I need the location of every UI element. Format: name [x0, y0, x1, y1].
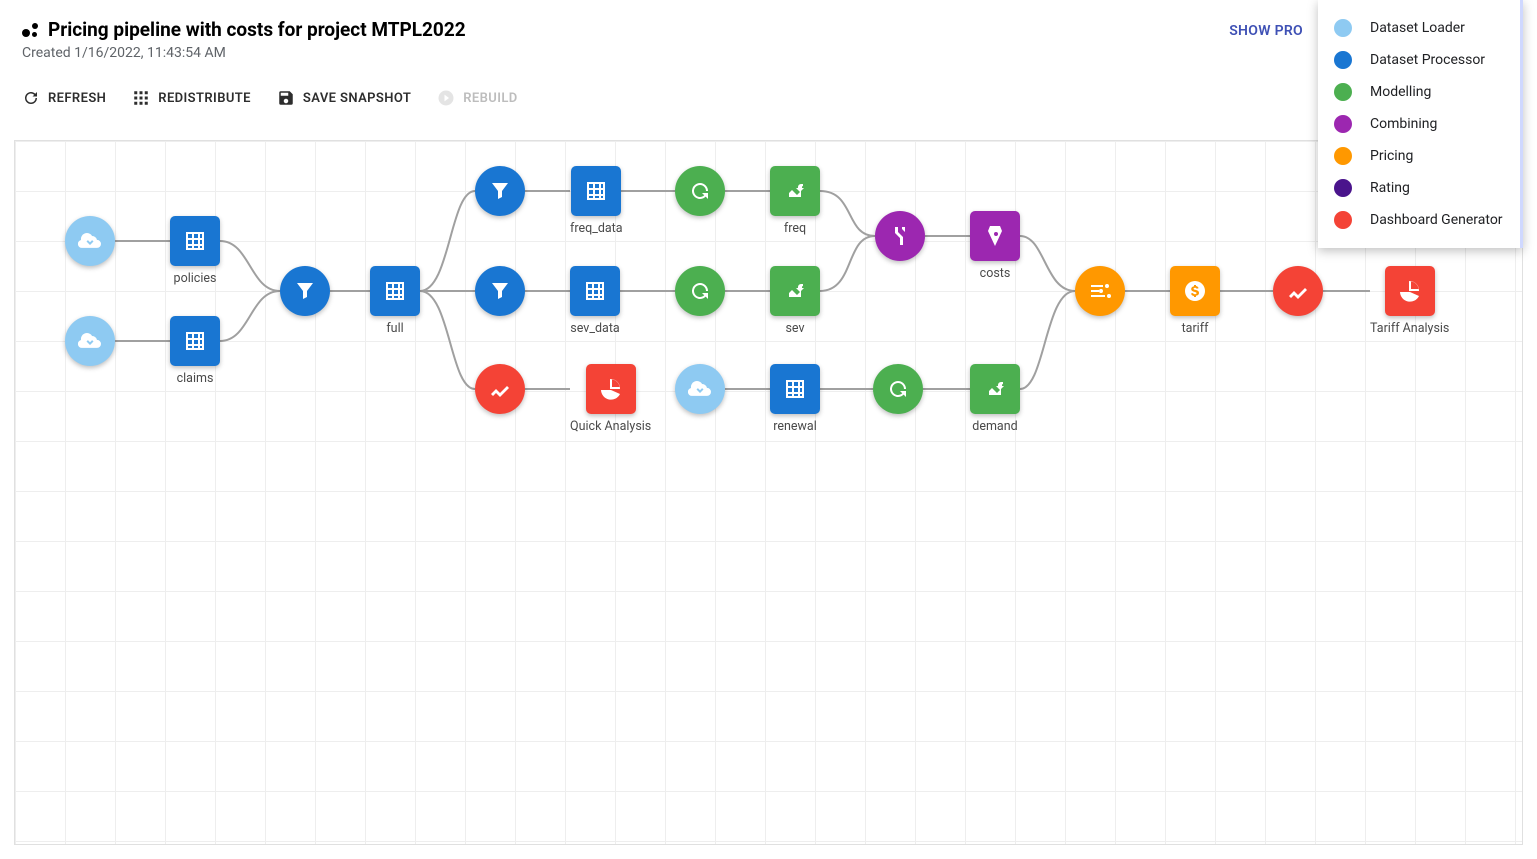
node-filter-full[interactable]: [280, 266, 330, 316]
show-processors-link[interactable]: SHOW PRO: [1229, 23, 1303, 39]
legend-dot: [1334, 51, 1352, 69]
node-label: Tariff Analysis: [1370, 321, 1449, 336]
node-tariff-analysis[interactable]: Tariff Analysis: [1370, 266, 1449, 336]
node-label: freq_data: [570, 221, 623, 236]
node-label: costs: [980, 266, 1011, 281]
node-autorun-freq[interactable]: [675, 166, 725, 216]
play-circle-icon: [437, 89, 455, 107]
node-autorun-sev[interactable]: [675, 266, 725, 316]
node-sev-data[interactable]: sev_data: [570, 266, 620, 336]
legend-dot: [1334, 83, 1352, 101]
node-label: claims: [177, 371, 214, 386]
legend-dot: [1334, 115, 1352, 133]
legend-item: Dashboard Generator: [1334, 204, 1504, 236]
pipeline-canvas[interactable]: policies claims full freq_data freq sev_…: [14, 140, 1523, 845]
node-label: Quick Analysis: [570, 419, 651, 434]
table-icon: [570, 266, 620, 316]
node-label: tariff: [1182, 321, 1209, 336]
filter-icon: [475, 166, 525, 216]
node-filter-freq[interactable]: [475, 166, 525, 216]
dollar-icon: [1170, 266, 1220, 316]
pie-icon: [586, 364, 636, 414]
cloud-download-icon: [65, 216, 115, 266]
redistribute-button[interactable]: REDISTRIBUTE: [132, 89, 251, 107]
chart-icon: [1273, 266, 1323, 316]
node-label: freq: [784, 221, 806, 236]
model-icon: [970, 364, 1020, 414]
merge-icon: [875, 211, 925, 261]
refresh-icon: [22, 89, 40, 107]
node-loader-policies[interactable]: [65, 216, 115, 266]
node-renewal[interactable]: renewal: [770, 364, 820, 434]
cloud-download-icon: [65, 316, 115, 366]
node-loader-claims[interactable]: [65, 316, 115, 366]
node-freq[interactable]: freq: [770, 166, 820, 236]
save-snapshot-button[interactable]: SAVE SNAPSHOT: [277, 89, 411, 107]
model-icon: [770, 266, 820, 316]
model-icon: [770, 166, 820, 216]
node-costs[interactable]: costs: [970, 211, 1020, 281]
node-claims[interactable]: claims: [170, 316, 220, 386]
cloud-download-icon: [675, 364, 725, 414]
chart-icon: [475, 364, 525, 414]
node-quick-analysis[interactable]: Quick Analysis: [570, 364, 651, 434]
legend-item: Combining: [1334, 108, 1504, 140]
node-label: sev_data: [570, 321, 619, 336]
autorun-icon: [675, 266, 725, 316]
node-label: renewal: [773, 419, 817, 434]
node-filter-sev[interactable]: [475, 266, 525, 316]
node-loader-renewal[interactable]: [675, 364, 725, 414]
legend-item: Dataset Loader: [1334, 12, 1504, 44]
node-sev[interactable]: sev: [770, 266, 820, 336]
edges-layer: [15, 141, 1522, 844]
node-label: demand: [972, 419, 1017, 434]
node-label: sev: [785, 321, 804, 336]
node-quick-chart[interactable]: [475, 364, 525, 414]
filter-icon: [475, 266, 525, 316]
legend-item: Pricing: [1334, 140, 1504, 172]
grid-icon: [132, 89, 150, 107]
node-rating-chart[interactable]: [1273, 266, 1323, 316]
autorun-icon: [873, 364, 923, 414]
costs-icon: [970, 211, 1020, 261]
node-label: policies: [174, 271, 217, 286]
legend-item: Modelling: [1334, 76, 1504, 108]
table-icon: [770, 364, 820, 414]
table-icon: [170, 216, 220, 266]
autorun-icon: [675, 166, 725, 216]
node-policies[interactable]: policies: [170, 216, 220, 286]
legend-item: Rating: [1334, 172, 1504, 204]
sliders-icon: [1075, 266, 1125, 316]
node-autorun-demand[interactable]: [873, 364, 923, 414]
legend-dot: [1334, 147, 1352, 165]
save-icon: [277, 89, 295, 107]
page-title: Pricing pipeline with costs for project …: [48, 18, 466, 41]
created-timestamp: Created 1/16/2022, 11:43:54 AM: [22, 45, 1515, 61]
node-pricing-sliders[interactable]: [1075, 266, 1125, 316]
table-icon: [571, 166, 621, 216]
node-combine[interactable]: [875, 211, 925, 261]
node-tariff[interactable]: tariff: [1170, 266, 1220, 336]
node-freq-data[interactable]: freq_data: [570, 166, 623, 236]
legend-dot: [1334, 19, 1352, 37]
node-demand[interactable]: demand: [970, 364, 1020, 434]
legend-item: Dataset Processor: [1334, 44, 1504, 76]
pipeline-icon: [22, 21, 40, 39]
filter-icon: [280, 266, 330, 316]
legend-dot: [1334, 179, 1352, 197]
table-icon: [370, 266, 420, 316]
legend-panel: Dataset Loader Dataset Processor Modelli…: [1318, 0, 1523, 248]
legend-dot: [1334, 211, 1352, 229]
refresh-button[interactable]: REFRESH: [22, 89, 106, 107]
table-icon: [170, 316, 220, 366]
node-label: full: [386, 321, 403, 336]
node-full[interactable]: full: [370, 266, 420, 336]
rebuild-button: REBUILD: [437, 89, 517, 107]
pie-icon: [1385, 266, 1435, 316]
